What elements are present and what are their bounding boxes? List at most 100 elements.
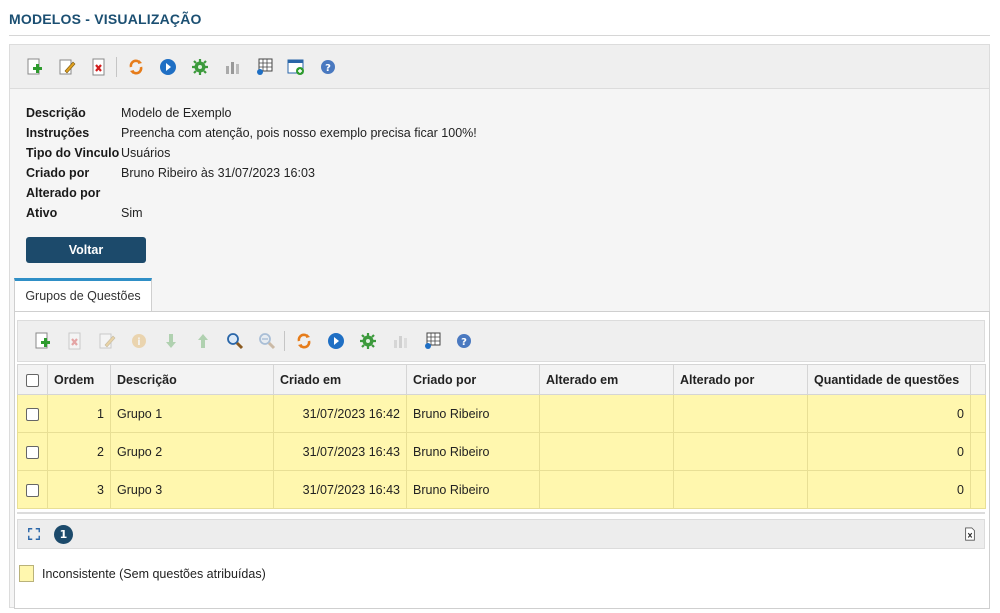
arrow-up-icon[interactable]	[192, 330, 214, 352]
cell-criado-em: 31/07/2023 16:43	[273, 432, 407, 471]
help-icon[interactable]: ?	[453, 330, 475, 352]
select-all-checkbox[interactable]	[26, 373, 39, 387]
pager: 1	[17, 519, 985, 549]
search-icon[interactable]	[224, 330, 246, 352]
cell-criado-em: 31/07/2023 16:42	[273, 394, 407, 433]
cell-alterado-em	[539, 470, 674, 509]
grid-toolbar: i ?	[17, 320, 985, 362]
legend-label: Inconsistente (Sem questões atribuídas)	[42, 566, 266, 581]
toolbar-separator	[284, 331, 285, 351]
column-header-alterado-em[interactable]: Alterado em	[539, 364, 674, 395]
table-row[interactable]: 1 Grupo 1 31/07/2023 16:42 Bruno Ribeiro…	[17, 394, 986, 433]
cell-alterado-por	[673, 394, 808, 433]
table-row[interactable]: 3 Grupo 3 31/07/2023 16:43 Bruno Ribeiro…	[17, 470, 986, 509]
cell-descricao: Grupo 2	[110, 432, 274, 471]
chart-icon[interactable]	[221, 56, 243, 78]
grid-header: Ordem Descrição Criado em Criado por Alt…	[17, 364, 986, 395]
delete-icon[interactable]	[64, 330, 86, 352]
cell-ordem: 3	[47, 470, 111, 509]
field-label: Criado por	[26, 166, 90, 180]
back-button[interactable]: Voltar	[26, 237, 146, 263]
gear-icon[interactable]	[189, 56, 211, 78]
cell-criado-por: Bruno Ribeiro	[406, 432, 540, 471]
field-label: Descrição	[26, 106, 86, 120]
add-icon[interactable]	[24, 56, 46, 78]
edit-icon[interactable]	[96, 330, 118, 352]
cell-quantidade: 0	[807, 470, 971, 509]
field-value: Modelo de Exemplo	[121, 106, 232, 120]
info-icon[interactable]: i	[128, 330, 150, 352]
field-tipo-vinculo: Tipo do Vinculo Usuários	[26, 143, 170, 163]
cell-ordem: 2	[47, 432, 111, 471]
window-add-icon[interactable]	[285, 56, 307, 78]
row-checkbox[interactable]	[26, 483, 39, 497]
search-clear-icon[interactable]	[256, 330, 278, 352]
table-export-icon[interactable]	[421, 330, 443, 352]
title-divider	[9, 35, 990, 36]
field-label: Instruções	[26, 126, 90, 140]
field-label: Tipo do Vinculo	[26, 146, 120, 160]
tab-grupos-questoes[interactable]: Grupos de Questões	[14, 278, 152, 311]
field-value: Bruno Ribeiro às 31/07/2023 16:03	[121, 166, 315, 180]
page-title: MODELOS - VISUALIZAÇÃO	[9, 11, 202, 27]
select-all-cell	[17, 364, 48, 395]
column-header-alterado-por[interactable]: Alterado por	[673, 364, 808, 395]
column-header-ordem[interactable]: Ordem	[47, 364, 111, 395]
grid-divider	[17, 512, 985, 514]
expand-icon[interactable]	[26, 526, 42, 542]
field-label: Ativo	[26, 206, 58, 220]
cell-alterado-em	[539, 432, 674, 471]
cell-criado-em: 31/07/2023 16:43	[273, 470, 407, 509]
arrow-down-icon[interactable]	[160, 330, 182, 352]
gear-icon[interactable]	[357, 330, 379, 352]
refresh-icon[interactable]	[125, 56, 147, 78]
cell-alterado-em	[539, 394, 674, 433]
add-icon[interactable]	[32, 330, 54, 352]
cell-descricao: Grupo 3	[110, 470, 274, 509]
cell-descricao: Grupo 1	[110, 394, 274, 433]
chart-icon[interactable]	[389, 330, 411, 352]
cell-spacer	[970, 394, 986, 433]
cell-spacer	[970, 470, 986, 509]
toolbar-separator	[116, 56, 117, 77]
column-header-criado-em[interactable]: Criado em	[273, 364, 407, 395]
field-value: Usuários	[121, 146, 171, 160]
field-criado-por: Criado por Bruno Ribeiro às 31/07/2023 1…	[26, 163, 315, 183]
table-row[interactable]: 2 Grupo 2 31/07/2023 16:43 Bruno Ribeiro…	[17, 432, 986, 471]
table-export-icon[interactable]	[253, 56, 275, 78]
help-icon[interactable]: ?	[317, 56, 339, 78]
legend-swatch	[19, 565, 34, 582]
cell-quantidade: 0	[807, 394, 971, 433]
column-header-quantidade[interactable]: Quantidade de questões	[807, 364, 971, 395]
refresh-icon[interactable]	[293, 330, 315, 352]
details-panel: Descrição Modelo de Exemplo Instruções P…	[9, 88, 990, 609]
svg-text:?: ?	[461, 337, 467, 348]
column-header-descricao[interactable]: Descrição	[110, 364, 274, 395]
field-label: Alterado por	[26, 186, 101, 200]
play-icon[interactable]	[325, 330, 347, 352]
cell-criado-por: Bruno Ribeiro	[406, 394, 540, 433]
field-ativo: Ativo Sim	[26, 203, 143, 223]
svg-text:?: ?	[325, 63, 331, 74]
main-toolbar: ?	[9, 44, 990, 88]
edit-icon[interactable]	[56, 56, 78, 78]
legend: Inconsistente (Sem questões atribuídas)	[19, 565, 266, 582]
cell-alterado-por	[673, 432, 808, 471]
column-header-spacer	[970, 364, 986, 395]
page-number-button[interactable]: 1	[54, 524, 73, 544]
play-icon[interactable]	[157, 56, 179, 78]
field-alterado-por: Alterado por	[26, 183, 121, 203]
cell-ordem: 1	[47, 394, 111, 433]
cell-spacer	[970, 432, 986, 471]
column-header-criado-por[interactable]: Criado por	[406, 364, 540, 395]
field-instrucoes: Instruções Preencha com atenção, pois no…	[26, 123, 477, 143]
cell-alterado-por	[673, 470, 808, 509]
delete-icon[interactable]	[88, 56, 110, 78]
row-checkbox[interactable]	[26, 407, 39, 421]
questions-group-grid: Ordem Descrição Criado em Criado por Alt…	[17, 364, 986, 509]
export-file-icon[interactable]	[962, 526, 978, 542]
cell-criado-por: Bruno Ribeiro	[406, 470, 540, 509]
row-checkbox[interactable]	[26, 445, 39, 459]
row-select-cell	[17, 432, 48, 471]
row-select-cell	[17, 470, 48, 509]
